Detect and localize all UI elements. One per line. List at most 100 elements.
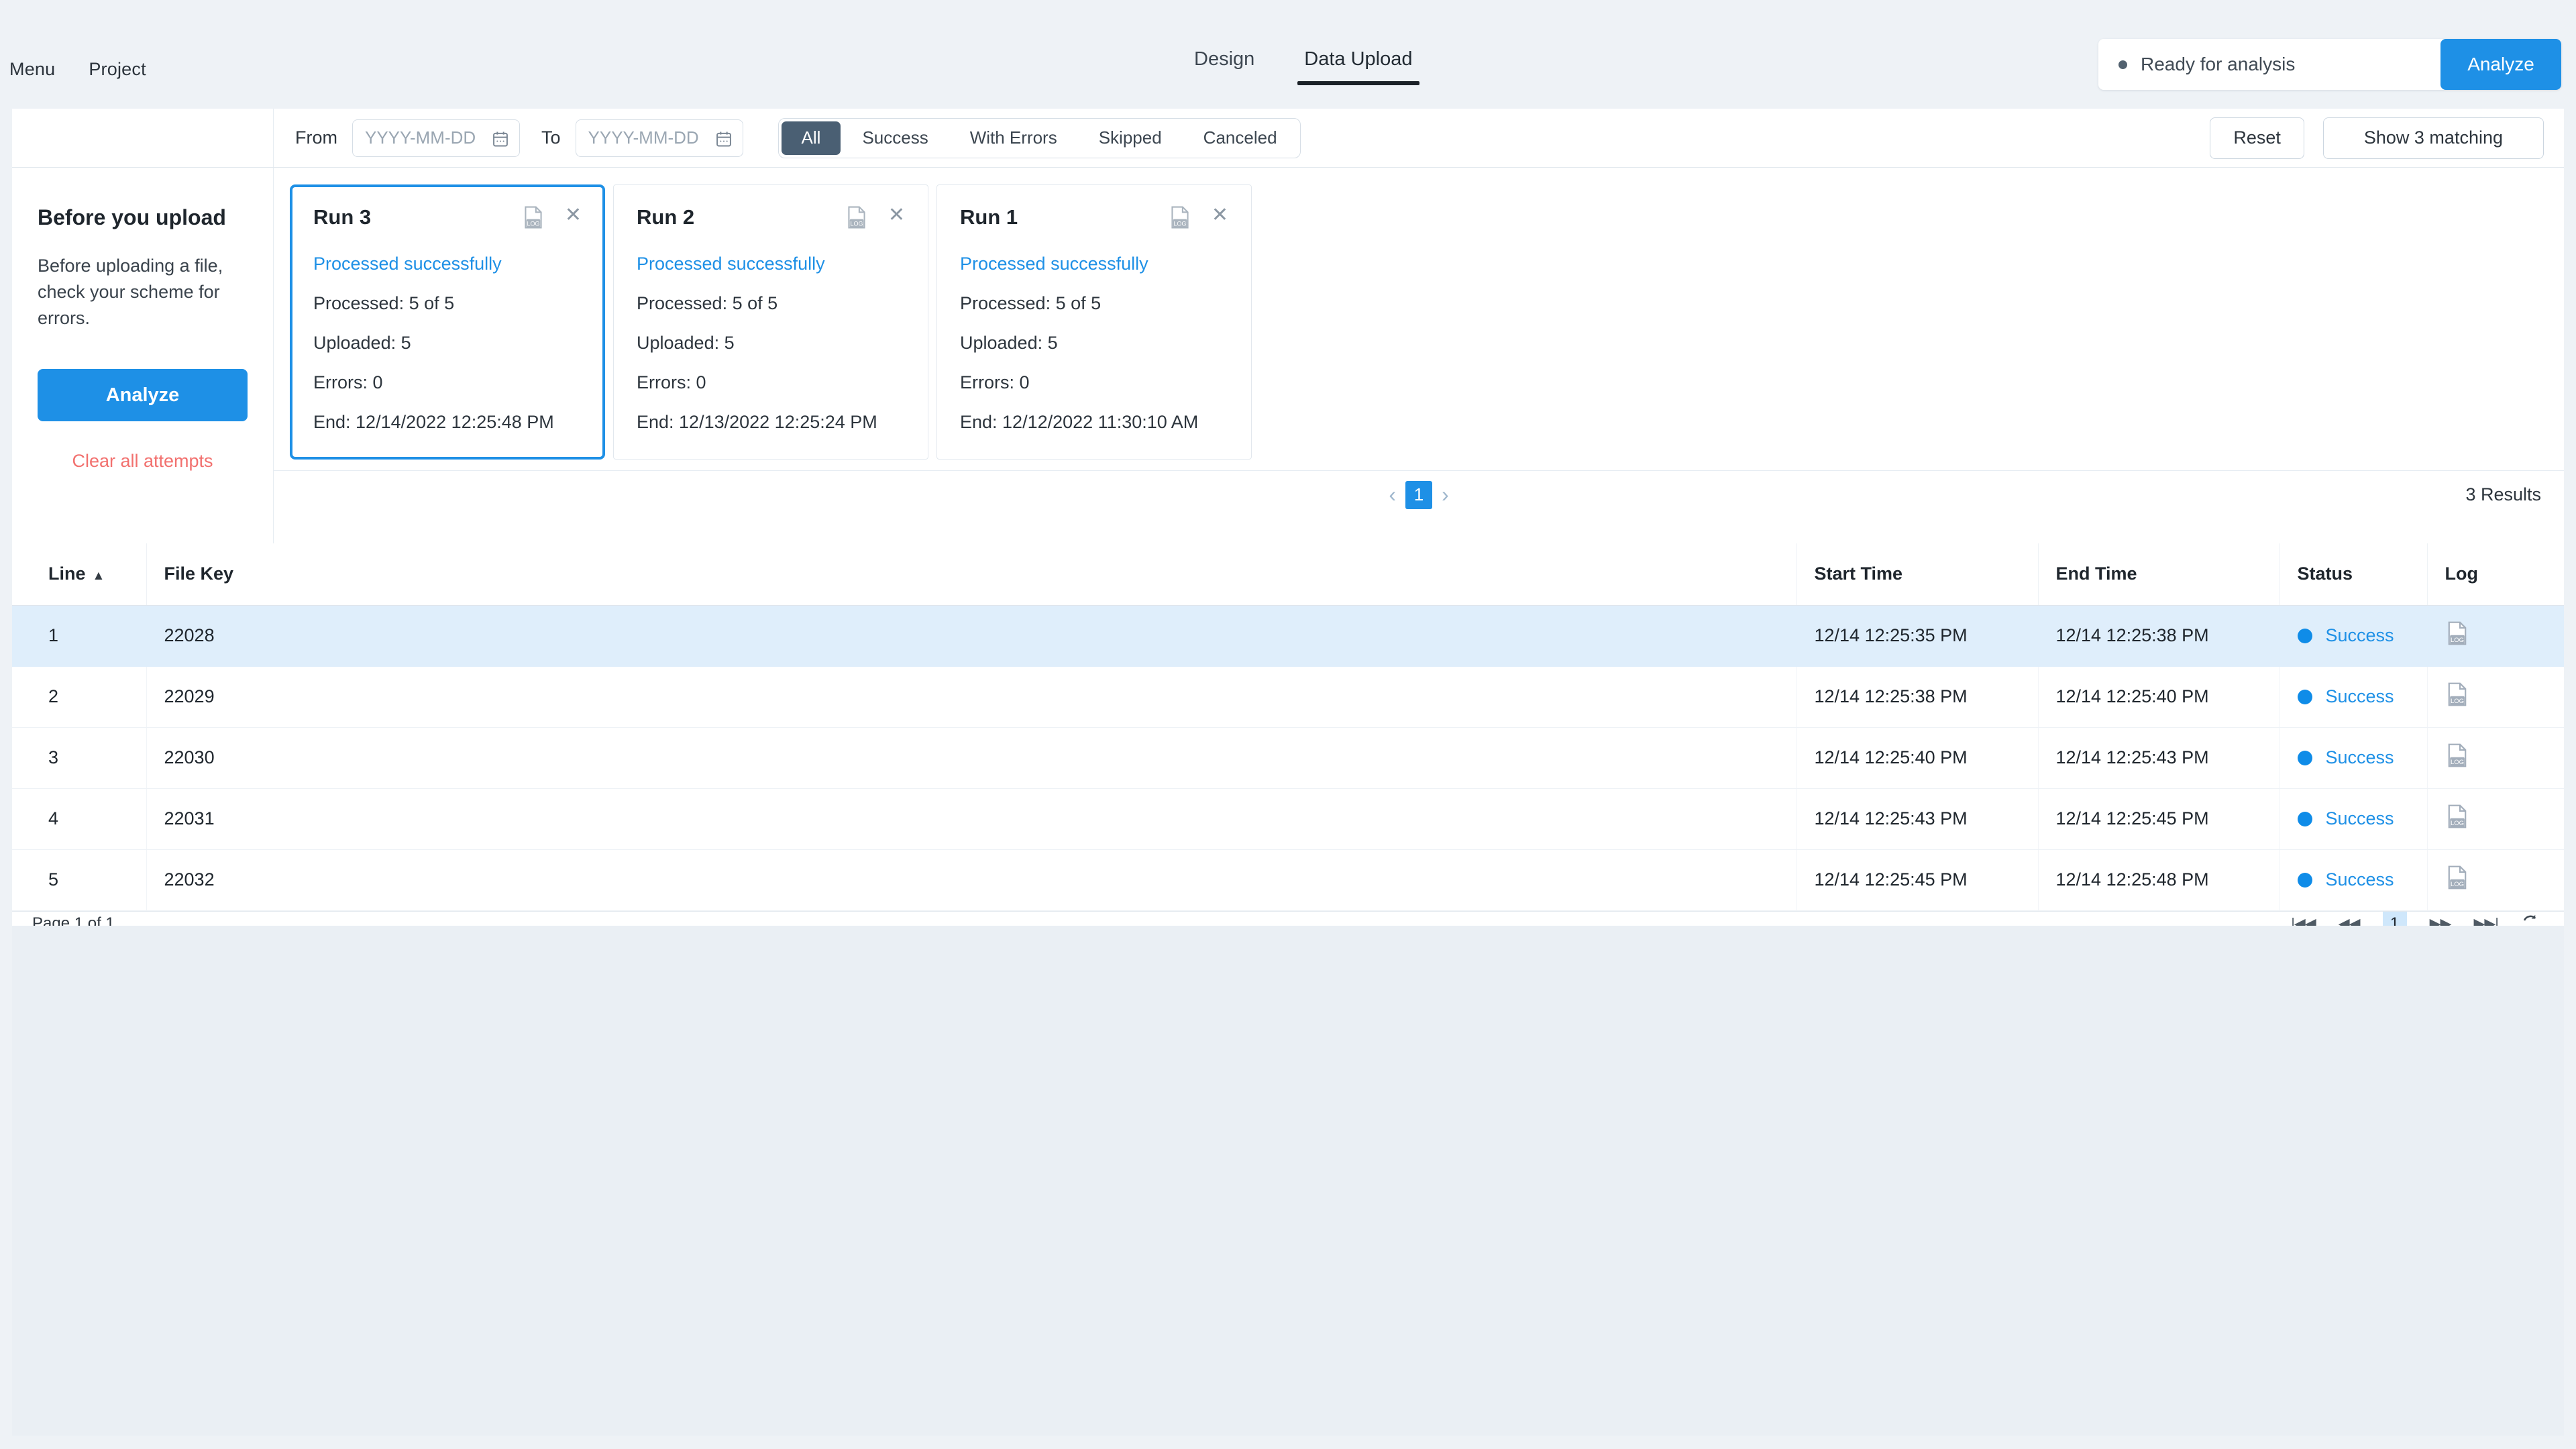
- run-card-status: Processed successfully: [637, 254, 905, 274]
- run-card-end: End: 12/14/2022 12:25:48 PM: [313, 412, 582, 433]
- cell-start-time: 12/14 12:25:45 PM: [1796, 849, 2038, 910]
- run-card[interactable]: Run 2 LOG ✕ Processed successfully Proce…: [613, 184, 928, 460]
- status-label[interactable]: Success: [2326, 625, 2394, 646]
- run-card-status: Processed successfully: [313, 254, 582, 274]
- to-date-input[interactable]: [576, 121, 704, 156]
- svg-text:LOG: LOG: [2450, 698, 2463, 705]
- status-label[interactable]: Success: [2326, 686, 2394, 707]
- close-icon[interactable]: ✕: [565, 205, 582, 225]
- run-card-processed: Processed: 5 of 5: [637, 293, 905, 314]
- filter-segment-success[interactable]: Success: [842, 121, 948, 155]
- results-count-label: 3 Results: [2465, 484, 2541, 505]
- status-badge: Success: [2298, 747, 2410, 768]
- nav-item-project[interactable]: Project: [89, 59, 146, 80]
- log-document-icon[interactable]: LOG: [2445, 621, 2469, 646]
- run-card-errors: Errors: 0: [313, 372, 582, 393]
- log-document-icon[interactable]: LOG: [845, 205, 868, 229]
- tab-data-upload[interactable]: Data Upload: [1297, 44, 1419, 85]
- cell-start-time: 12/14 12:25:40 PM: [1796, 727, 2038, 788]
- main-tabs: Design Data Upload: [1187, 44, 1419, 85]
- reset-button[interactable]: Reset: [2210, 117, 2304, 159]
- tab-design[interactable]: Design: [1187, 44, 1261, 85]
- svg-text:LOG: LOG: [527, 220, 539, 227]
- close-icon[interactable]: ✕: [888, 205, 905, 225]
- analyze-button-header[interactable]: Analyze: [2440, 39, 2561, 90]
- cell-log: LOG: [2427, 605, 2564, 666]
- chevron-right-icon[interactable]: ›: [1442, 482, 1449, 507]
- show-matching-button[interactable]: Show 3 matching: [2323, 117, 2544, 159]
- cell-log: LOG: [2427, 666, 2564, 727]
- log-document-icon[interactable]: LOG: [2445, 743, 2469, 768]
- analyze-button-sidebar[interactable]: Analyze: [38, 369, 248, 421]
- cell-start-time: 12/14 12:25:35 PM: [1796, 605, 2038, 666]
- cell-file-key: 22029: [146, 666, 1796, 727]
- table-row[interactable]: 4 22031 12/14 12:25:43 PM 12/14 12:25:45…: [12, 788, 2564, 849]
- column-header-file-key[interactable]: File Key: [146, 543, 1796, 605]
- status-label[interactable]: Success: [2326, 869, 2394, 890]
- log-document-icon[interactable]: LOG: [2445, 682, 2469, 707]
- table-header-row: Line▲ File Key Start Time End Time Statu…: [12, 543, 2564, 605]
- table-row[interactable]: 2 22029 12/14 12:25:38 PM 12/14 12:25:40…: [12, 666, 2564, 727]
- column-header-line[interactable]: Line▲: [12, 543, 146, 605]
- table-row[interactable]: 1 22028 12/14 12:25:35 PM 12/14 12:25:38…: [12, 605, 2564, 666]
- status-label[interactable]: Success: [2326, 808, 2394, 829]
- status-label[interactable]: Success: [2326, 747, 2394, 768]
- run-card-title: Run 2: [637, 205, 845, 229]
- chevron-left-icon[interactable]: ‹: [1389, 482, 1396, 507]
- calendar-icon[interactable]: [714, 129, 733, 148]
- cell-status: Success: [2279, 788, 2427, 849]
- cell-end-time: 12/14 12:25:43 PM: [2038, 727, 2279, 788]
- to-date-field[interactable]: [576, 119, 743, 157]
- calendar-icon[interactable]: [491, 129, 510, 148]
- table-body: 1 22028 12/14 12:25:35 PM 12/14 12:25:38…: [12, 605, 2564, 910]
- clear-all-attempts-link[interactable]: Clear all attempts: [38, 451, 248, 472]
- log-document-icon[interactable]: LOG: [1169, 205, 1191, 229]
- column-header-log[interactable]: Log: [2427, 543, 2564, 605]
- run-card[interactable]: Run 3 LOG ✕ Processed successfully Proce…: [290, 184, 605, 460]
- column-header-start-time[interactable]: Start Time: [1796, 543, 2038, 605]
- cell-line: 5: [12, 849, 146, 910]
- log-document-icon[interactable]: LOG: [2445, 804, 2469, 829]
- status-dot-icon: [2298, 751, 2312, 765]
- table-row[interactable]: 5 22032 12/14 12:25:45 PM 12/14 12:25:48…: [12, 849, 2564, 910]
- runs-pagination-bar: ‹ 1 › 3 Results: [274, 470, 2564, 519]
- filter-segment-with-errors[interactable]: With Errors: [950, 121, 1077, 155]
- cell-line: 3: [12, 727, 146, 788]
- top-nav: Menu Project: [9, 59, 146, 80]
- column-header-status[interactable]: Status: [2279, 543, 2427, 605]
- run-card-errors: Errors: 0: [637, 372, 905, 393]
- run-card-uploaded: Uploaded: 5: [960, 333, 1228, 354]
- close-icon[interactable]: ✕: [1212, 205, 1228, 225]
- filter-segment-all[interactable]: All: [782, 121, 841, 155]
- run-card-uploaded: Uploaded: 5: [313, 333, 582, 354]
- filter-bar-sidebar-gutter: [12, 109, 274, 167]
- nav-item-menu[interactable]: Menu: [9, 59, 55, 80]
- run-card[interactable]: Run 1 LOG ✕ Processed successfully Proce…: [936, 184, 1252, 460]
- from-date-field[interactable]: [352, 119, 520, 157]
- cell-file-key: 22032: [146, 849, 1796, 910]
- sidebar-title: Before you upload: [38, 205, 248, 230]
- results-table: Line▲ File Key Start Time End Time Statu…: [12, 543, 2564, 911]
- runs-page-1[interactable]: 1: [1405, 481, 1432, 509]
- cell-log: LOG: [2427, 727, 2564, 788]
- from-date-input[interactable]: [353, 121, 480, 156]
- sort-ascending-icon[interactable]: ▲: [93, 569, 105, 583]
- column-header-end-time[interactable]: End Time: [2038, 543, 2279, 605]
- status-dot-icon: [2298, 812, 2312, 826]
- status-badge: Success: [2298, 808, 2410, 829]
- filter-segment-canceled[interactable]: Canceled: [1183, 121, 1297, 155]
- run-card-processed: Processed: 5 of 5: [313, 293, 582, 314]
- run-card-end: End: 12/12/2022 11:30:10 AM: [960, 412, 1228, 433]
- status-badge: Success: [2298, 686, 2410, 707]
- log-document-icon[interactable]: LOG: [522, 205, 545, 229]
- log-document-icon[interactable]: LOG: [2445, 865, 2469, 890]
- cell-log: LOG: [2427, 788, 2564, 849]
- run-cards-list: Run 3 LOG ✕ Processed successfully Proce…: [274, 168, 2564, 460]
- cell-file-key: 22031: [146, 788, 1796, 849]
- filter-segment-skipped[interactable]: Skipped: [1079, 121, 1182, 155]
- to-label: To: [541, 127, 561, 148]
- table-row[interactable]: 3 22030 12/14 12:25:40 PM 12/14 12:25:43…: [12, 727, 2564, 788]
- run-card-title: Run 3: [313, 205, 522, 229]
- runs-pager: ‹ 1 ›: [1389, 481, 1448, 509]
- sidebar-body-text: Before uploading a file, check your sche…: [38, 253, 248, 331]
